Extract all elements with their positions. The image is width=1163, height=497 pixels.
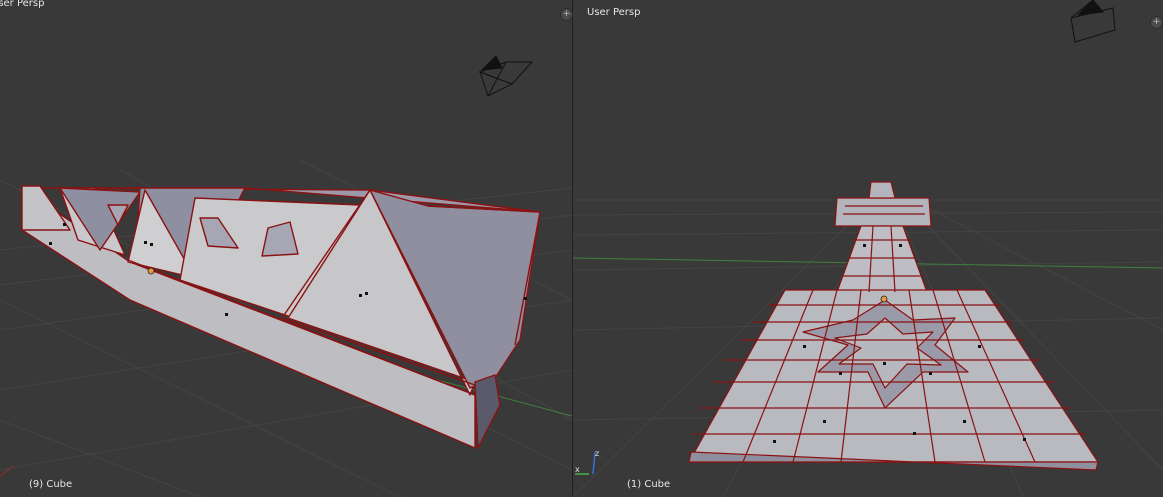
left-view-label: User Persp [0,0,45,9]
left-3d-viewport[interactable]: User Persp (9) Cube [0,0,572,497]
left-viewport-canvas[interactable] [0,0,572,497]
right-viewport-canvas[interactable]: x z [573,0,1163,497]
left-y-axis [0,465,15,477]
house-mesh[interactable] [21,185,541,449]
right-3d-viewport[interactable]: x z User Persp (1) Cube [573,0,1163,497]
viewport-split-plus-right[interactable]: + [1150,16,1163,29]
left-object-info: (9) Cube [29,479,73,490]
3d-cursor-origin [880,295,888,303]
axis-gizmo: x z [575,449,599,475]
gizmo-z-label: z [595,449,599,458]
camera-object[interactable] [478,55,534,97]
right-view-label: User Persp [587,7,641,18]
right-object-info: (1) Cube [627,479,671,490]
camera-object[interactable] [1070,0,1116,43]
viewport-split-plus-left[interactable]: + [560,8,573,21]
3d-cursor-origin [147,267,155,275]
gizmo-x-label: x [575,465,580,474]
